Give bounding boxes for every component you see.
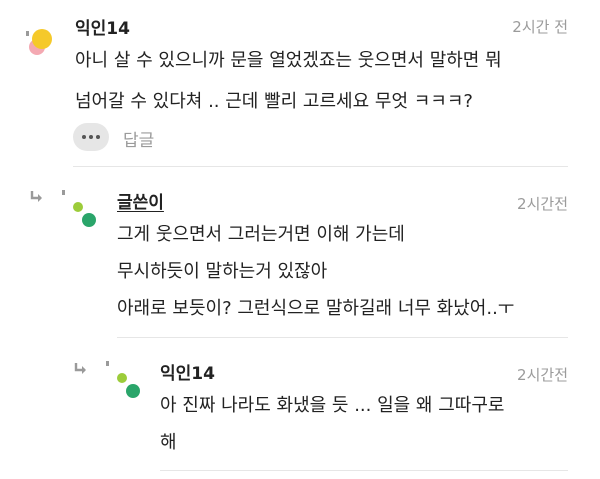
avatar <box>26 27 56 59</box>
avatar-dots-icon <box>73 202 96 227</box>
comment-author[interactable]: 익인14 <box>75 14 130 39</box>
comment-timestamp: 2시간 전 <box>512 18 568 36</box>
comment-text-line: 아 진짜 나라도 화냈을 듯 ... 일을 왜 그따구로 <box>160 395 505 416</box>
more-options-button[interactable] <box>73 123 109 151</box>
reply-arrow-icon <box>30 191 42 202</box>
avatar-dots-icon <box>117 373 140 398</box>
comment-timestamp: 2시간전 <box>517 195 568 213</box>
divider <box>160 470 568 471</box>
avatar <box>70 198 100 230</box>
divider <box>117 337 568 338</box>
comment-text-line: 아니 살 수 있으니까 문을 열었겠죠는 웃으면서 말하면 뭐 <box>75 50 502 71</box>
avatar <box>114 370 144 402</box>
comment-text-line: 그게 웃으면서 그러는거면 이해 가는데 <box>117 224 405 245</box>
comment-text-line: 아래로 보듯이? 그런식으로 말하길래 너무 화났어..ㅜ <box>117 298 515 319</box>
more-dot-icon <box>89 135 93 139</box>
comment-timestamp: 2시간전 <box>517 366 568 384</box>
more-dot-icon <box>82 135 86 139</box>
comment-author[interactable]: 글쓴이 <box>117 188 164 213</box>
comment-text-line: 해 <box>160 432 177 453</box>
comment-marker <box>62 190 65 195</box>
divider <box>73 166 568 167</box>
reply-arrow-icon <box>74 363 86 374</box>
comment-text-line: 넘어갈 수 있다쳐 .. 근데 빨리 고르세요 무엇 ㅋㅋㅋ? <box>75 91 473 112</box>
more-dot-icon <box>96 135 100 139</box>
comment-author[interactable]: 익인14 <box>160 359 215 384</box>
comment-marker <box>106 361 109 366</box>
reply-button[interactable]: 답글 <box>123 126 154 151</box>
comment-text-line: 무시하듯이 말하는거 있잖아 <box>117 261 328 282</box>
avatar-icon <box>29 29 52 55</box>
